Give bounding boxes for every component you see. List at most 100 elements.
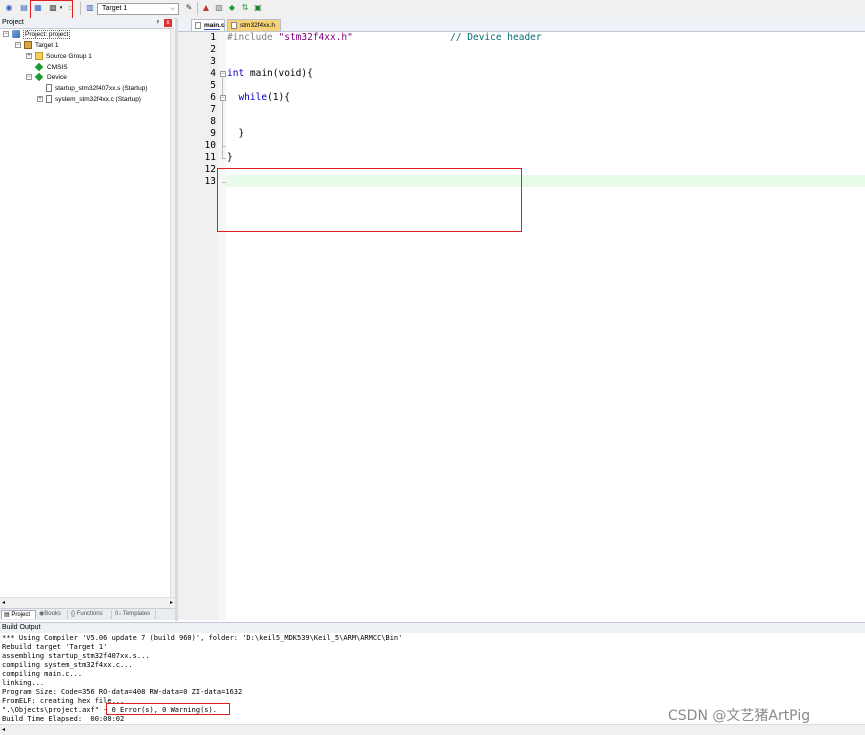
file-icon	[46, 95, 52, 104]
pack-installer-icon[interactable]: ⇅	[239, 2, 251, 14]
tab-label: Books	[44, 611, 61, 617]
project-panel-header: Project ᵖ x	[0, 18, 174, 29]
code-line-11: }	[227, 152, 233, 164]
tree-item-label: CMSIS	[47, 64, 68, 71]
tree-item-cmsis[interactable]: CMSIS	[34, 63, 68, 73]
include-string: "stm32f4xx.h"	[278, 32, 353, 43]
stop-build-icon[interactable]: ▫	[65, 2, 77, 14]
project-tree-horizontal-scrollbar[interactable]: ◂ ▸	[0, 597, 175, 608]
tab-templates[interactable]: 0↓ Templates	[113, 610, 156, 619]
build-output-line: assembling startup_stm32f407xx.s...	[2, 652, 150, 660]
expand-icon[interactable]: +	[26, 53, 32, 60]
tab-label: Project	[11, 612, 31, 618]
build-output-line: FromELF: creating hex file...	[2, 697, 125, 705]
closing-brace: }	[238, 128, 245, 139]
build-output-line: compiling system_stm32f4xx.c...	[2, 661, 133, 669]
close-icon[interactable]: x	[164, 19, 172, 27]
target-select[interactable]: Target 1 ⌵	[97, 3, 179, 15]
fold-end-mark	[222, 182, 226, 183]
scroll-right-icon[interactable]: ▸	[170, 598, 173, 608]
build-output-line: compiling main.c...	[2, 670, 83, 678]
tab-books[interactable]: ◉Books	[37, 610, 68, 619]
preprocessor-directive: #include	[227, 32, 273, 43]
component-icon	[34, 63, 44, 72]
tree-item-label: Source Group 1	[46, 53, 92, 60]
tree-item-file-startup[interactable]: startup_stm32f407xx.s (Startup)	[46, 84, 148, 94]
manage-project-items-icon[interactable]: ▲	[200, 2, 212, 14]
code-comment: // Device header	[450, 32, 542, 43]
build-output-line: *** Using Compiler 'V5.06 update 7 (buil…	[2, 634, 403, 642]
select-software-packs-icon[interactable]: ▧	[213, 2, 225, 14]
translate-icon[interactable]: ◉	[3, 2, 15, 14]
build-output-line: Build Time Elapsed: 00:00:02	[2, 715, 125, 723]
tree-item-source-group[interactable]: + Source Group 1	[26, 52, 92, 62]
line-number: 7	[210, 104, 216, 115]
tab-label: Templates	[122, 611, 151, 617]
tree-item-device[interactable]: − Device	[26, 73, 67, 83]
chevron-down-icon: ⌵	[170, 6, 175, 12]
tree-item-project-root[interactable]: − Project: project	[3, 30, 71, 40]
tab-functions[interactable]: {} Functions	[69, 610, 112, 619]
folder-icon	[35, 52, 43, 61]
code-line-6: while(1){	[227, 92, 290, 104]
project-icon	[12, 30, 20, 39]
file-icon	[195, 22, 201, 29]
build-output-line: linking...	[2, 679, 45, 687]
active-tab-underline	[204, 29, 220, 30]
fold-toggle-icon[interactable]: −	[220, 71, 226, 77]
build-output-line: Program Size: Code=356 RO-data=408 RW-da…	[2, 688, 243, 696]
build-output-line: ".\Objects\project.axf" - 0 Error(s), 0 …	[2, 706, 217, 714]
rebuild-icon[interactable]: ▦	[32, 2, 44, 14]
tab-label: Functions	[76, 611, 103, 617]
toolbar: ◉ ▤ ▦ ▩ ▾ ▫ ▥ Target 1 ⌵ ✎ ▲ ▧ ◆ ⇅ ▣	[0, 0, 865, 19]
line-number: 13	[204, 176, 216, 187]
line-number: 12	[204, 164, 216, 175]
tree-item-label: system_stm32f4xx.c (Startup)	[55, 96, 141, 103]
file-icon	[231, 22, 237, 29]
project-panel-tabs: ▤ Project ◉Books {} Functions 0↓ Templat…	[0, 608, 175, 620]
collapse-icon[interactable]: −	[15, 42, 21, 49]
update-packs-icon[interactable]: ▣	[252, 2, 264, 14]
file-icon	[46, 84, 52, 93]
target-select-value: Target 1	[102, 5, 128, 12]
line-number: 4	[210, 68, 216, 79]
toolbar-separator	[197, 2, 198, 15]
build-output-horizontal-scrollbar[interactable]: ◂	[0, 724, 865, 735]
tab-project[interactable]: ▤ Project	[1, 610, 36, 619]
fold-end-mark	[222, 158, 226, 159]
fold-toggle-icon[interactable]: −	[220, 95, 226, 101]
line-number: 11	[204, 152, 216, 163]
build-output-line: Rebuild target 'Target 1'	[2, 643, 108, 651]
download-icon[interactable]: ▥	[84, 2, 96, 14]
target-options-icon[interactable]: ✎	[183, 2, 195, 14]
line-number: 9	[210, 128, 216, 139]
scroll-left-icon[interactable]: ◂	[2, 598, 5, 608]
tree-item-target[interactable]: − Target 1	[15, 41, 59, 51]
component-icon	[34, 73, 44, 82]
pin-icon[interactable]: ᵖ	[154, 18, 162, 28]
while-keyword: while	[238, 92, 268, 103]
tab-main-c[interactable]: main.c	[191, 19, 225, 31]
project-tree: − Project: project − Target 1 + Source Grou…	[0, 29, 170, 597]
toolbar-separator	[80, 2, 81, 15]
tree-item-label: startup_stm32f407xx.s (Startup)	[55, 85, 148, 92]
tree-item-label: Device	[47, 74, 67, 81]
collapse-icon[interactable]: −	[26, 74, 32, 81]
manage-run-time-environment-icon[interactable]: ◆	[226, 2, 238, 14]
batch-build-dropdown-icon[interactable]: ▾	[58, 2, 64, 14]
tree-item-file-system[interactable]: + system_stm32f4xx.c (Startup)	[37, 95, 141, 105]
line-number: 3	[210, 56, 216, 67]
code-editor[interactable]	[226, 32, 865, 620]
build-icon[interactable]: ▤	[18, 2, 30, 14]
type-keyword: int	[227, 68, 245, 79]
tab-label: stm32f4xx.h	[240, 22, 276, 29]
expand-icon[interactable]: +	[37, 96, 43, 103]
tree-item-label: Target 1	[35, 42, 59, 49]
project-panel-title: Project	[2, 19, 24, 26]
target-icon	[24, 41, 32, 50]
tab-stm32f4xx-h[interactable]: stm32f4xx.h	[227, 19, 281, 31]
build-output-header: Build Output	[0, 622, 865, 633]
code-line-9: }	[227, 128, 244, 140]
collapse-icon[interactable]: −	[3, 31, 9, 38]
line-number: 2	[210, 44, 216, 55]
